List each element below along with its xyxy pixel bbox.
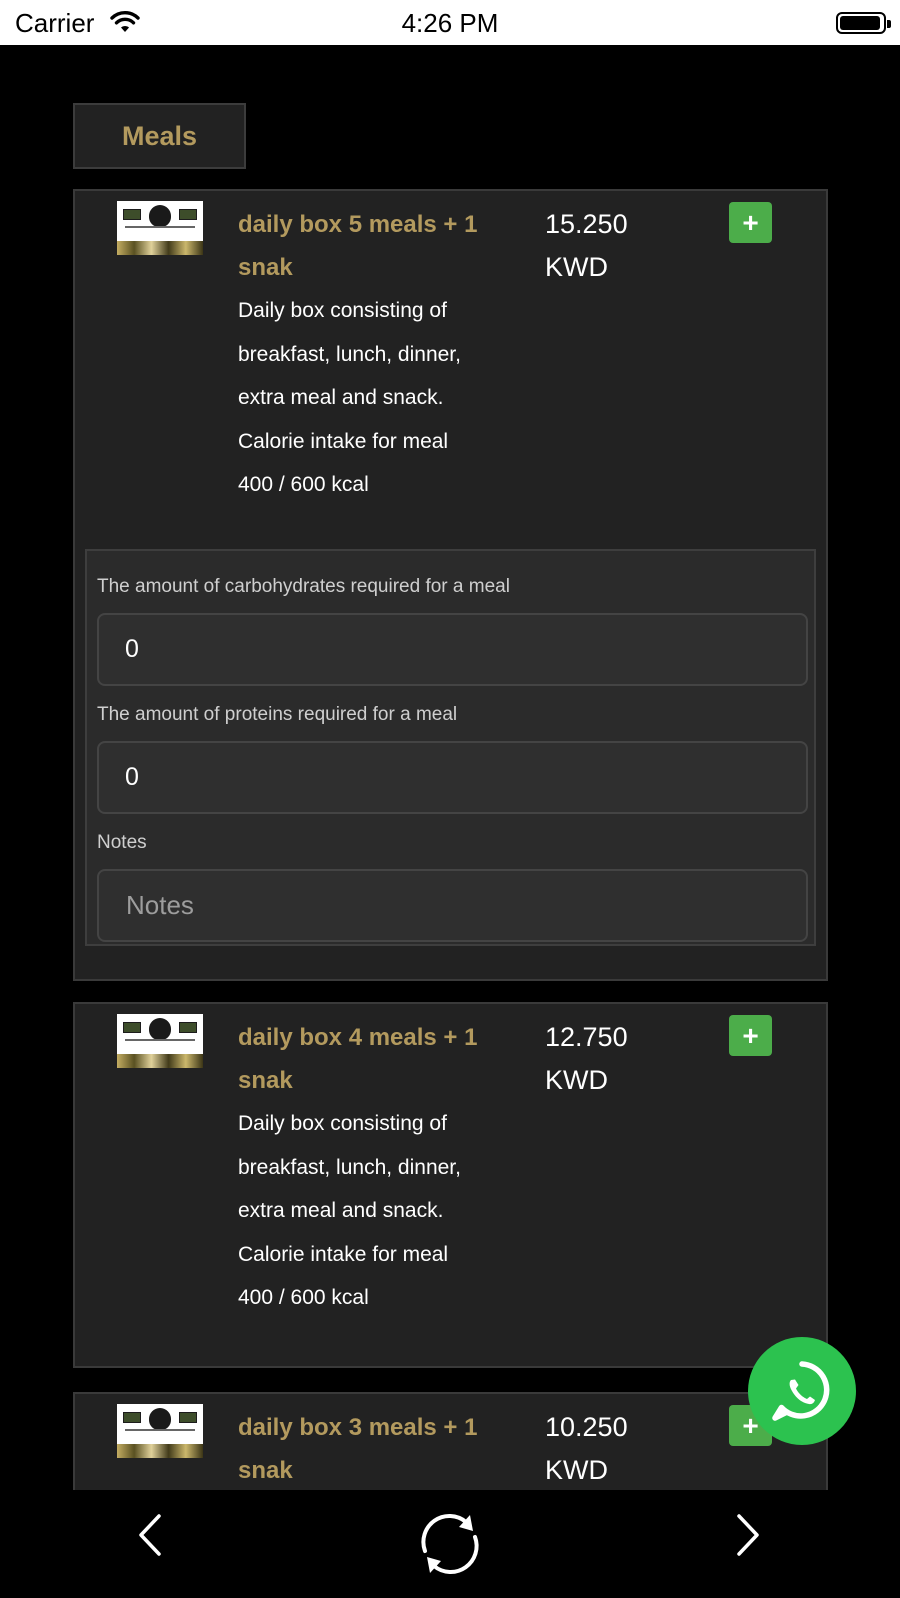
tab-meals[interactable]: Meals [73, 103, 246, 169]
content-area[interactable]: Meals daily box 5 meals + 1 snak Daily b… [0, 45, 900, 1490]
notes-input[interactable]: Notes [97, 869, 808, 942]
price-value: 12.750 [545, 1022, 628, 1052]
meal-card: daily box 3 meals + 1 snak 10.250 KWD + [73, 1392, 828, 1490]
notes-label: Notes [97, 832, 147, 853]
add-to-cart-button[interactable]: + [729, 1015, 772, 1056]
chevron-left-icon[interactable] [135, 1512, 165, 1558]
meal-options-panel: The amount of carbohydrates required for… [85, 549, 816, 946]
add-to-cart-button[interactable]: + [729, 202, 772, 243]
protein-label: The amount of proteins required for a me… [97, 704, 458, 725]
meal-description: Daily box consisting of breakfast, lunch… [238, 1112, 461, 1309]
price-currency: KWD [545, 1065, 608, 1095]
price-currency: KWD [545, 1455, 608, 1485]
meal-thumbnail [117, 201, 203, 255]
meal-price: 15.250 KWD [545, 203, 685, 289]
price-value: 15.250 [545, 209, 628, 239]
meal-card: daily box 4 meals + 1 snak Daily box con… [73, 1002, 828, 1368]
meal-card: daily box 5 meals + 1 snak Daily box con… [73, 189, 828, 981]
meal-price: 10.250 KWD [545, 1406, 685, 1490]
status-time: 4:26 PM [401, 8, 499, 38]
whatsapp-button[interactable] [748, 1337, 856, 1445]
whatsapp-icon [772, 1361, 830, 1421]
meal-thumbnail [117, 1014, 203, 1068]
bottom-nav [0, 1490, 900, 1598]
carbs-input[interactable]: 0 [97, 613, 808, 686]
chevron-right-icon[interactable] [733, 1512, 763, 1558]
meal-price: 12.750 KWD [545, 1016, 685, 1102]
battery-icon [836, 12, 891, 34]
status-bar: Carrier 4:26 PM [0, 0, 900, 45]
price-value: 10.250 [545, 1412, 628, 1442]
meal-description: Daily box consisting of breakfast, lunch… [238, 299, 461, 496]
meal-thumbnail [117, 1404, 203, 1458]
meal-title: daily box 5 meals + 1 snak [238, 211, 478, 281]
meal-title: daily box 4 meals + 1 snak [238, 1024, 478, 1094]
price-currency: KWD [545, 252, 608, 282]
protein-input[interactable]: 0 [97, 741, 808, 814]
refresh-icon[interactable] [413, 1507, 487, 1581]
carbs-label: The amount of carbohydrates required for… [97, 576, 510, 597]
meal-title: daily box 3 meals + 1 snak [238, 1414, 478, 1484]
